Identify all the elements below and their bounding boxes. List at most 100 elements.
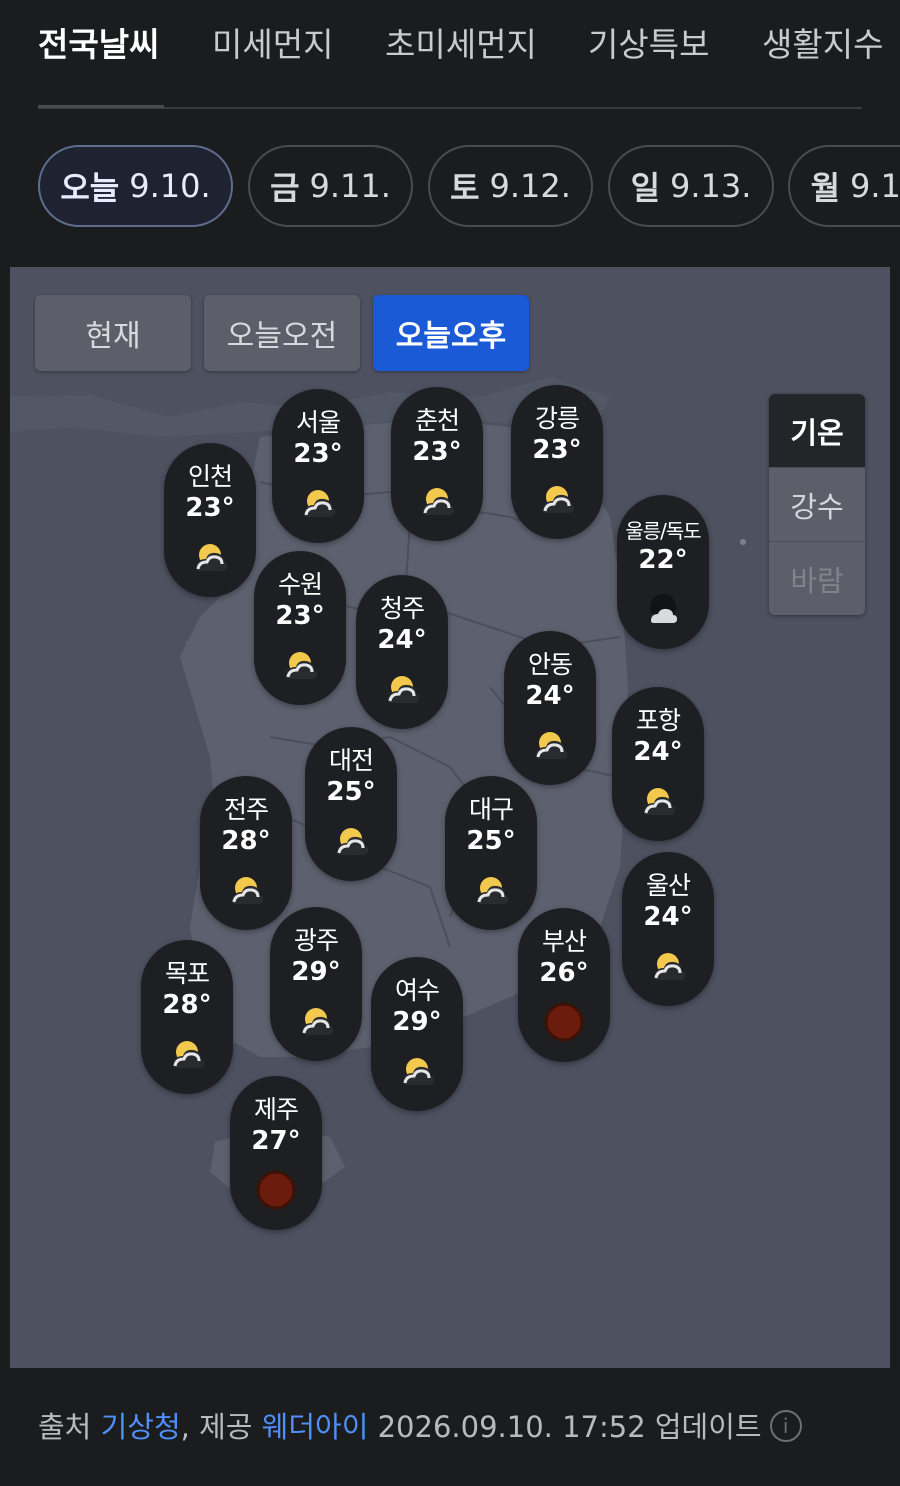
date-day: 일: [630, 169, 661, 207]
provider-label: , 제공: [180, 1410, 253, 1444]
red-sun-icon: [544, 1002, 584, 1042]
source-link-kma[interactable]: 기상청: [101, 1410, 181, 1444]
date-day: 토: [450, 169, 480, 207]
city-temp: 26°: [539, 958, 589, 988]
tab-ultrafine-dust[interactable]: 초미세먼지: [385, 18, 537, 66]
city-name: 울산: [645, 871, 691, 900]
city-marker-pohang[interactable]: 포항 24°: [612, 687, 704, 841]
date-pill-sun[interactable]: 일 9.13.: [608, 145, 774, 227]
city-name: 강릉: [534, 404, 580, 433]
city-name: 안동: [527, 650, 573, 679]
city-name: 인천: [187, 462, 233, 491]
date-selector: 오늘9.10. 금9.11. 토9.12. 일9.13. 월9.14.: [0, 145, 900, 231]
city-marker-busan[interactable]: 부산 26°: [518, 908, 610, 1062]
date-pill-mon[interactable]: 월9.14.: [788, 145, 900, 227]
city-marker-gwangju[interactable]: 광주 29°: [270, 907, 362, 1061]
date-pill-fri[interactable]: 금 9.11.: [248, 145, 413, 227]
city-marker-jeju[interactable]: 제주 27°: [230, 1076, 322, 1230]
city-name: 울릉/독도: [625, 519, 701, 543]
city-marker-daejeon[interactable]: 대전 25°: [305, 727, 397, 881]
city-temp: 24°: [633, 737, 683, 767]
city-name: 서울: [295, 408, 341, 437]
city-temp: 24°: [377, 625, 427, 655]
date-value: 9.11.: [309, 167, 391, 205]
city-temp: 22°: [638, 545, 688, 575]
city-temp: 23°: [275, 601, 325, 631]
date-value: 9.10.: [129, 167, 211, 205]
city-marker-mokpo[interactable]: 목포 28°: [141, 940, 233, 1094]
city-marker-ulsan[interactable]: 울산 24°: [622, 852, 714, 1006]
partly-cloudy-icon: [543, 486, 575, 513]
partly-cloudy-icon: [232, 877, 264, 904]
city-marker-chuncheon[interactable]: 춘천 23°: [391, 387, 483, 541]
time-button-afternoon[interactable]: 오늘오후: [373, 295, 529, 371]
city-temp: 23°: [185, 493, 235, 523]
partly-cloudy-icon: [173, 1041, 205, 1068]
city-name: 광주: [293, 926, 339, 955]
city-name: 춘천: [414, 406, 460, 435]
city-marker-andong[interactable]: 안동 24°: [504, 631, 596, 785]
city-name: 포항: [635, 706, 681, 735]
partly-cloudy-icon: [304, 490, 336, 517]
category-tabs: 전국날씨 미세먼지 초미세먼지 기상특보 생활지수: [0, 0, 900, 110]
city-marker-gangneung[interactable]: 강릉 23°: [511, 385, 603, 539]
city-temp: 29°: [291, 957, 341, 987]
info-icon[interactable]: i: [769, 1410, 802, 1442]
city-temp: 28°: [162, 990, 212, 1020]
city-name: 부산: [541, 927, 587, 956]
source-footer: 출처 기상청, 제공 웨더아이 2026.09.10. 17:52 업데이트 i: [38, 1404, 802, 1446]
map-layer-selector: 기온 강수 바람: [769, 394, 865, 615]
partly-cloudy-icon: [536, 732, 568, 759]
active-tab-underline: [38, 105, 164, 108]
city-marker-incheon[interactable]: 인천 23°: [164, 443, 256, 597]
layer-precipitation[interactable]: 강수: [769, 467, 865, 541]
date-value: 9.14.: [850, 167, 900, 205]
tab-weather-warning[interactable]: 기상특보: [588, 18, 709, 66]
red-sun-icon: [256, 1170, 296, 1210]
city-name: 전주: [223, 795, 269, 824]
city-temp: 23°: [532, 435, 582, 465]
city-name: 청주: [379, 594, 425, 623]
partly-cloudy-icon: [337, 828, 369, 855]
city-marker-yeosu[interactable]: 여수 29°: [371, 957, 463, 1111]
city-marker-seoul[interactable]: 서울 23°: [272, 389, 364, 543]
tab-life-index[interactable]: 생활지수: [762, 18, 883, 66]
city-name: 대전: [328, 746, 374, 775]
city-temp: 23°: [293, 439, 343, 469]
partly-cloudy-icon: [388, 676, 420, 703]
city-temp: 24°: [643, 902, 693, 932]
city-temp: 25°: [326, 777, 376, 807]
date-pill-sat[interactable]: 토 9.12.: [428, 145, 593, 227]
city-name: 여수: [394, 976, 440, 1005]
city-marker-cheongju[interactable]: 청주 24°: [356, 575, 448, 729]
city-marker-daegu[interactable]: 대구 25°: [445, 776, 537, 930]
partly-cloudy-icon: [423, 488, 455, 515]
city-temp: 25°: [466, 826, 516, 856]
layer-temperature[interactable]: 기온: [769, 394, 865, 467]
partly-cloudy-icon: [403, 1058, 435, 1085]
city-name: 대구: [468, 795, 514, 824]
city-marker-ulleung[interactable]: 울릉/독도 22°: [617, 495, 709, 649]
date-day: 월: [810, 169, 841, 207]
weather-map[interactable]: 현재 오늘오전 오늘오후 기온 강수 바람 서울 23° 춘천 23° 강릉 2…: [10, 267, 890, 1368]
date-day: 오늘: [60, 169, 120, 207]
city-name: 제주: [253, 1095, 299, 1124]
cloudy-night-icon: [650, 594, 677, 623]
partly-cloudy-icon: [654, 953, 686, 980]
city-marker-suwon[interactable]: 수원 23°: [254, 551, 346, 705]
city-name: 수원: [277, 570, 323, 599]
city-temp: 27°: [251, 1126, 301, 1156]
date-value: 9.13.: [670, 167, 752, 205]
update-time: 2026.09.10. 17:52 업데이트: [377, 1410, 762, 1444]
date-pill-today[interactable]: 오늘 9.10.: [38, 145, 233, 227]
city-temp: 29°: [392, 1007, 442, 1037]
partly-cloudy-icon: [196, 544, 228, 571]
tab-national-weather[interactable]: 전국날씨: [38, 18, 159, 66]
time-button-morning[interactable]: 오늘오전: [204, 295, 360, 371]
provider-link-weatheri[interactable]: 웨더아이: [262, 1410, 369, 1444]
time-button-now[interactable]: 현재: [35, 295, 191, 371]
city-temp: 23°: [412, 437, 462, 467]
tab-fine-dust[interactable]: 미세먼지: [212, 18, 333, 66]
city-marker-jeonju[interactable]: 전주 28°: [200, 776, 292, 930]
layer-wind[interactable]: 바람: [769, 541, 865, 615]
